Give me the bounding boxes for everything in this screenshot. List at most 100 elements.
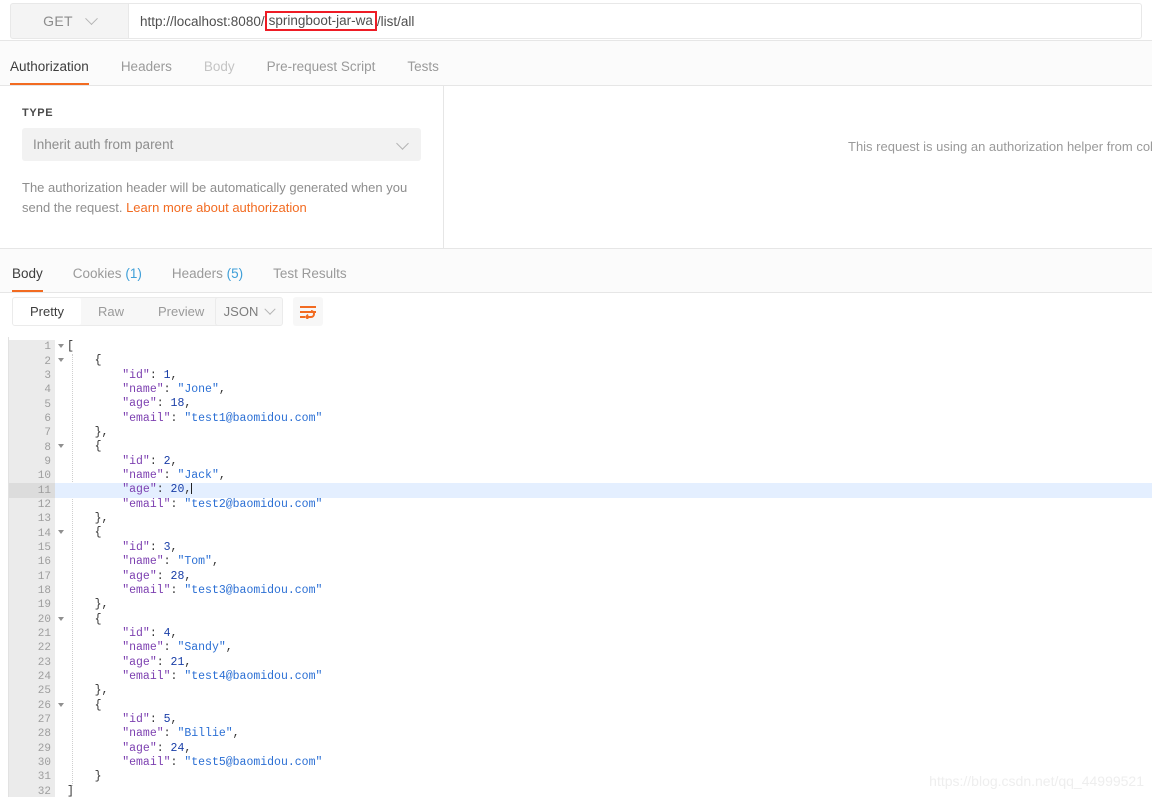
code-line[interactable]: 25 }, — [9, 684, 1152, 699]
code-line[interactable]: 16 "name": "Tom", — [9, 555, 1152, 570]
code-line[interactable]: 7 }, — [9, 426, 1152, 441]
gutter-spacer — [55, 584, 67, 598]
line-number: 4 — [9, 383, 55, 398]
code-line[interactable]: 12 "email": "test2@baomidou.com" — [9, 497, 1152, 513]
gutter-spacer — [55, 627, 67, 641]
code-line[interactable]: 26 { — [9, 698, 1152, 713]
line-number: 15 — [9, 540, 55, 556]
view-mode-preview[interactable]: Preview — [141, 298, 221, 325]
code-line[interactable]: 13 }, — [9, 512, 1152, 527]
code-line[interactable]: 11 "age": 20, — [9, 483, 1152, 498]
http-method-selector[interactable]: GET — [10, 3, 128, 39]
line-number: 22 — [9, 641, 55, 656]
line-number: 2 — [9, 354, 64, 369]
code-line[interactable]: 27 "id": 5, — [9, 712, 1152, 728]
response-language-value: JSON — [223, 304, 259, 319]
response-tab-headers[interactable]: Headers (5) — [172, 266, 243, 293]
code-line[interactable]: 5 "age": 18, — [9, 397, 1152, 412]
code-line[interactable]: 3 "id": 1, — [9, 368, 1152, 384]
code-line[interactable]: 24 "email": "test4@baomidou.com" — [9, 669, 1152, 685]
code-line[interactable]: 4 "name": "Jone", — [9, 383, 1152, 398]
code-lines: 1[2 {3 "id": 1, 4 "name": "Jone", 5 "age":… — [9, 340, 1152, 797]
fold-triangle-icon[interactable] — [58, 702, 64, 707]
line-number: 29 — [9, 741, 55, 756]
gutter-spacer — [55, 412, 67, 426]
gutter-spacer — [55, 742, 67, 756]
code-line[interactable]: 10 "name": "Jack", — [9, 469, 1152, 484]
url-input[interactable]: http://localhost:8080/springboot-jar-wa /… — [128, 3, 1142, 39]
response-tab-cookies[interactable]: Cookies (1) — [73, 266, 142, 293]
response-body-viewer[interactable]: 1[2 {3 "id": 1, 4 "name": "Jone", 5 "age":… — [0, 337, 1152, 797]
response-tab-cookies-count: (1) — [125, 266, 142, 281]
line-number: 30 — [9, 755, 55, 771]
code-line[interactable]: 9 "id": 2, — [9, 454, 1152, 470]
code-text: } — [94, 770, 102, 784]
response-tab-body[interactable]: Body — [12, 266, 43, 293]
line-number: 1 — [9, 340, 64, 355]
line-number: 23 — [9, 655, 55, 670]
line-number: 25 — [9, 684, 55, 699]
code-text: { — [94, 440, 102, 454]
code-line[interactable]: 29 "age": 24, — [9, 741, 1152, 756]
fold-triangle-icon[interactable] — [58, 344, 64, 348]
tab-pre-request-script[interactable]: Pre-request Script — [267, 59, 376, 86]
tab-tests[interactable]: Tests — [407, 59, 439, 86]
response-tab-headers-count: (5) — [226, 266, 244, 281]
code-text: "email": "test1@baomidou.com" — [122, 411, 323, 425]
code-line[interactable]: 1[ — [9, 340, 1152, 355]
code-line[interactable]: 20 { — [9, 612, 1152, 627]
line-number: 26 — [9, 698, 64, 713]
text-cursor — [191, 483, 193, 495]
view-mode-pretty[interactable]: Pretty — [13, 298, 81, 325]
gutter-spacer — [55, 469, 67, 483]
code-line[interactable]: 14 { — [9, 526, 1152, 541]
response-tab-body-label: Body — [12, 266, 43, 281]
gutter-spacer — [55, 383, 67, 397]
code-line[interactable]: 19 }, — [9, 598, 1152, 613]
response-format-toolbar: Pretty Raw Preview JSON — [0, 293, 1152, 337]
code-line[interactable]: 23 "age": 21, — [9, 655, 1152, 670]
request-url-bar: GET http://localhost:8080/springboot-jar… — [0, 0, 1152, 41]
line-number: 16 — [9, 555, 55, 570]
tab-body[interactable]: Body — [204, 59, 235, 86]
code-text: "email": "test5@baomidou.com" — [122, 755, 323, 769]
tab-authorization[interactable]: Authorization — [10, 59, 89, 86]
word-wrap-icon — [300, 305, 316, 319]
line-number: 14 — [9, 526, 64, 541]
url-text: http://localhost:8080/springboot-jar-wa /… — [129, 11, 414, 31]
code-text: "email": "test3@baomidou.com" — [122, 583, 323, 597]
code-line[interactable]: 21 "id": 4, — [9, 626, 1152, 642]
code-line[interactable]: 8 { — [9, 440, 1152, 455]
gutter-spacer — [55, 656, 67, 670]
code-line[interactable]: 18 "email": "test3@baomidou.com" — [9, 583, 1152, 599]
line-number: 7 — [9, 426, 55, 441]
fold-triangle-icon[interactable] — [58, 358, 64, 363]
word-wrap-button[interactable] — [293, 297, 323, 326]
auth-learn-more-link[interactable]: Learn more about authorization — [126, 200, 307, 215]
view-mode-raw[interactable]: Raw — [81, 298, 141, 325]
code-text: }, — [94, 512, 109, 526]
code-line[interactable]: 15 "id": 3, — [9, 540, 1152, 556]
line-number: 10 — [9, 469, 55, 484]
code-line[interactable]: 30 "email": "test5@baomidou.com" — [9, 755, 1152, 771]
line-number: 12 — [9, 497, 55, 513]
auth-type-select[interactable]: Inherit auth from parent — [22, 128, 421, 161]
request-tabs: Authorization Headers Body Pre-request S… — [0, 41, 1152, 86]
line-number: 13 — [9, 512, 55, 527]
code-text: "email": "test2@baomidou.com" — [122, 497, 323, 511]
fold-triangle-icon[interactable] — [58, 530, 64, 535]
code-line[interactable]: 17 "age": 28, — [9, 569, 1152, 584]
code-line[interactable]: 6 "email": "test1@baomidou.com" — [9, 411, 1152, 427]
response-language-select[interactable]: JSON — [215, 297, 283, 326]
response-tab-headers-label: Headers — [171, 266, 223, 281]
response-tab-test-results[interactable]: Test Results — [273, 266, 347, 293]
fold-triangle-icon[interactable] — [58, 444, 64, 449]
gutter-spacer — [55, 455, 67, 469]
code-text: }, — [94, 684, 109, 698]
code-text: "name": "Billie", — [122, 727, 240, 741]
code-line[interactable]: 22 "name": "Sandy", — [9, 641, 1152, 656]
tab-headers[interactable]: Headers — [121, 59, 172, 86]
code-line[interactable]: 2 { — [9, 354, 1152, 369]
code-line[interactable]: 28 "name": "Billie", — [9, 727, 1152, 742]
fold-triangle-icon[interactable] — [58, 616, 64, 621]
